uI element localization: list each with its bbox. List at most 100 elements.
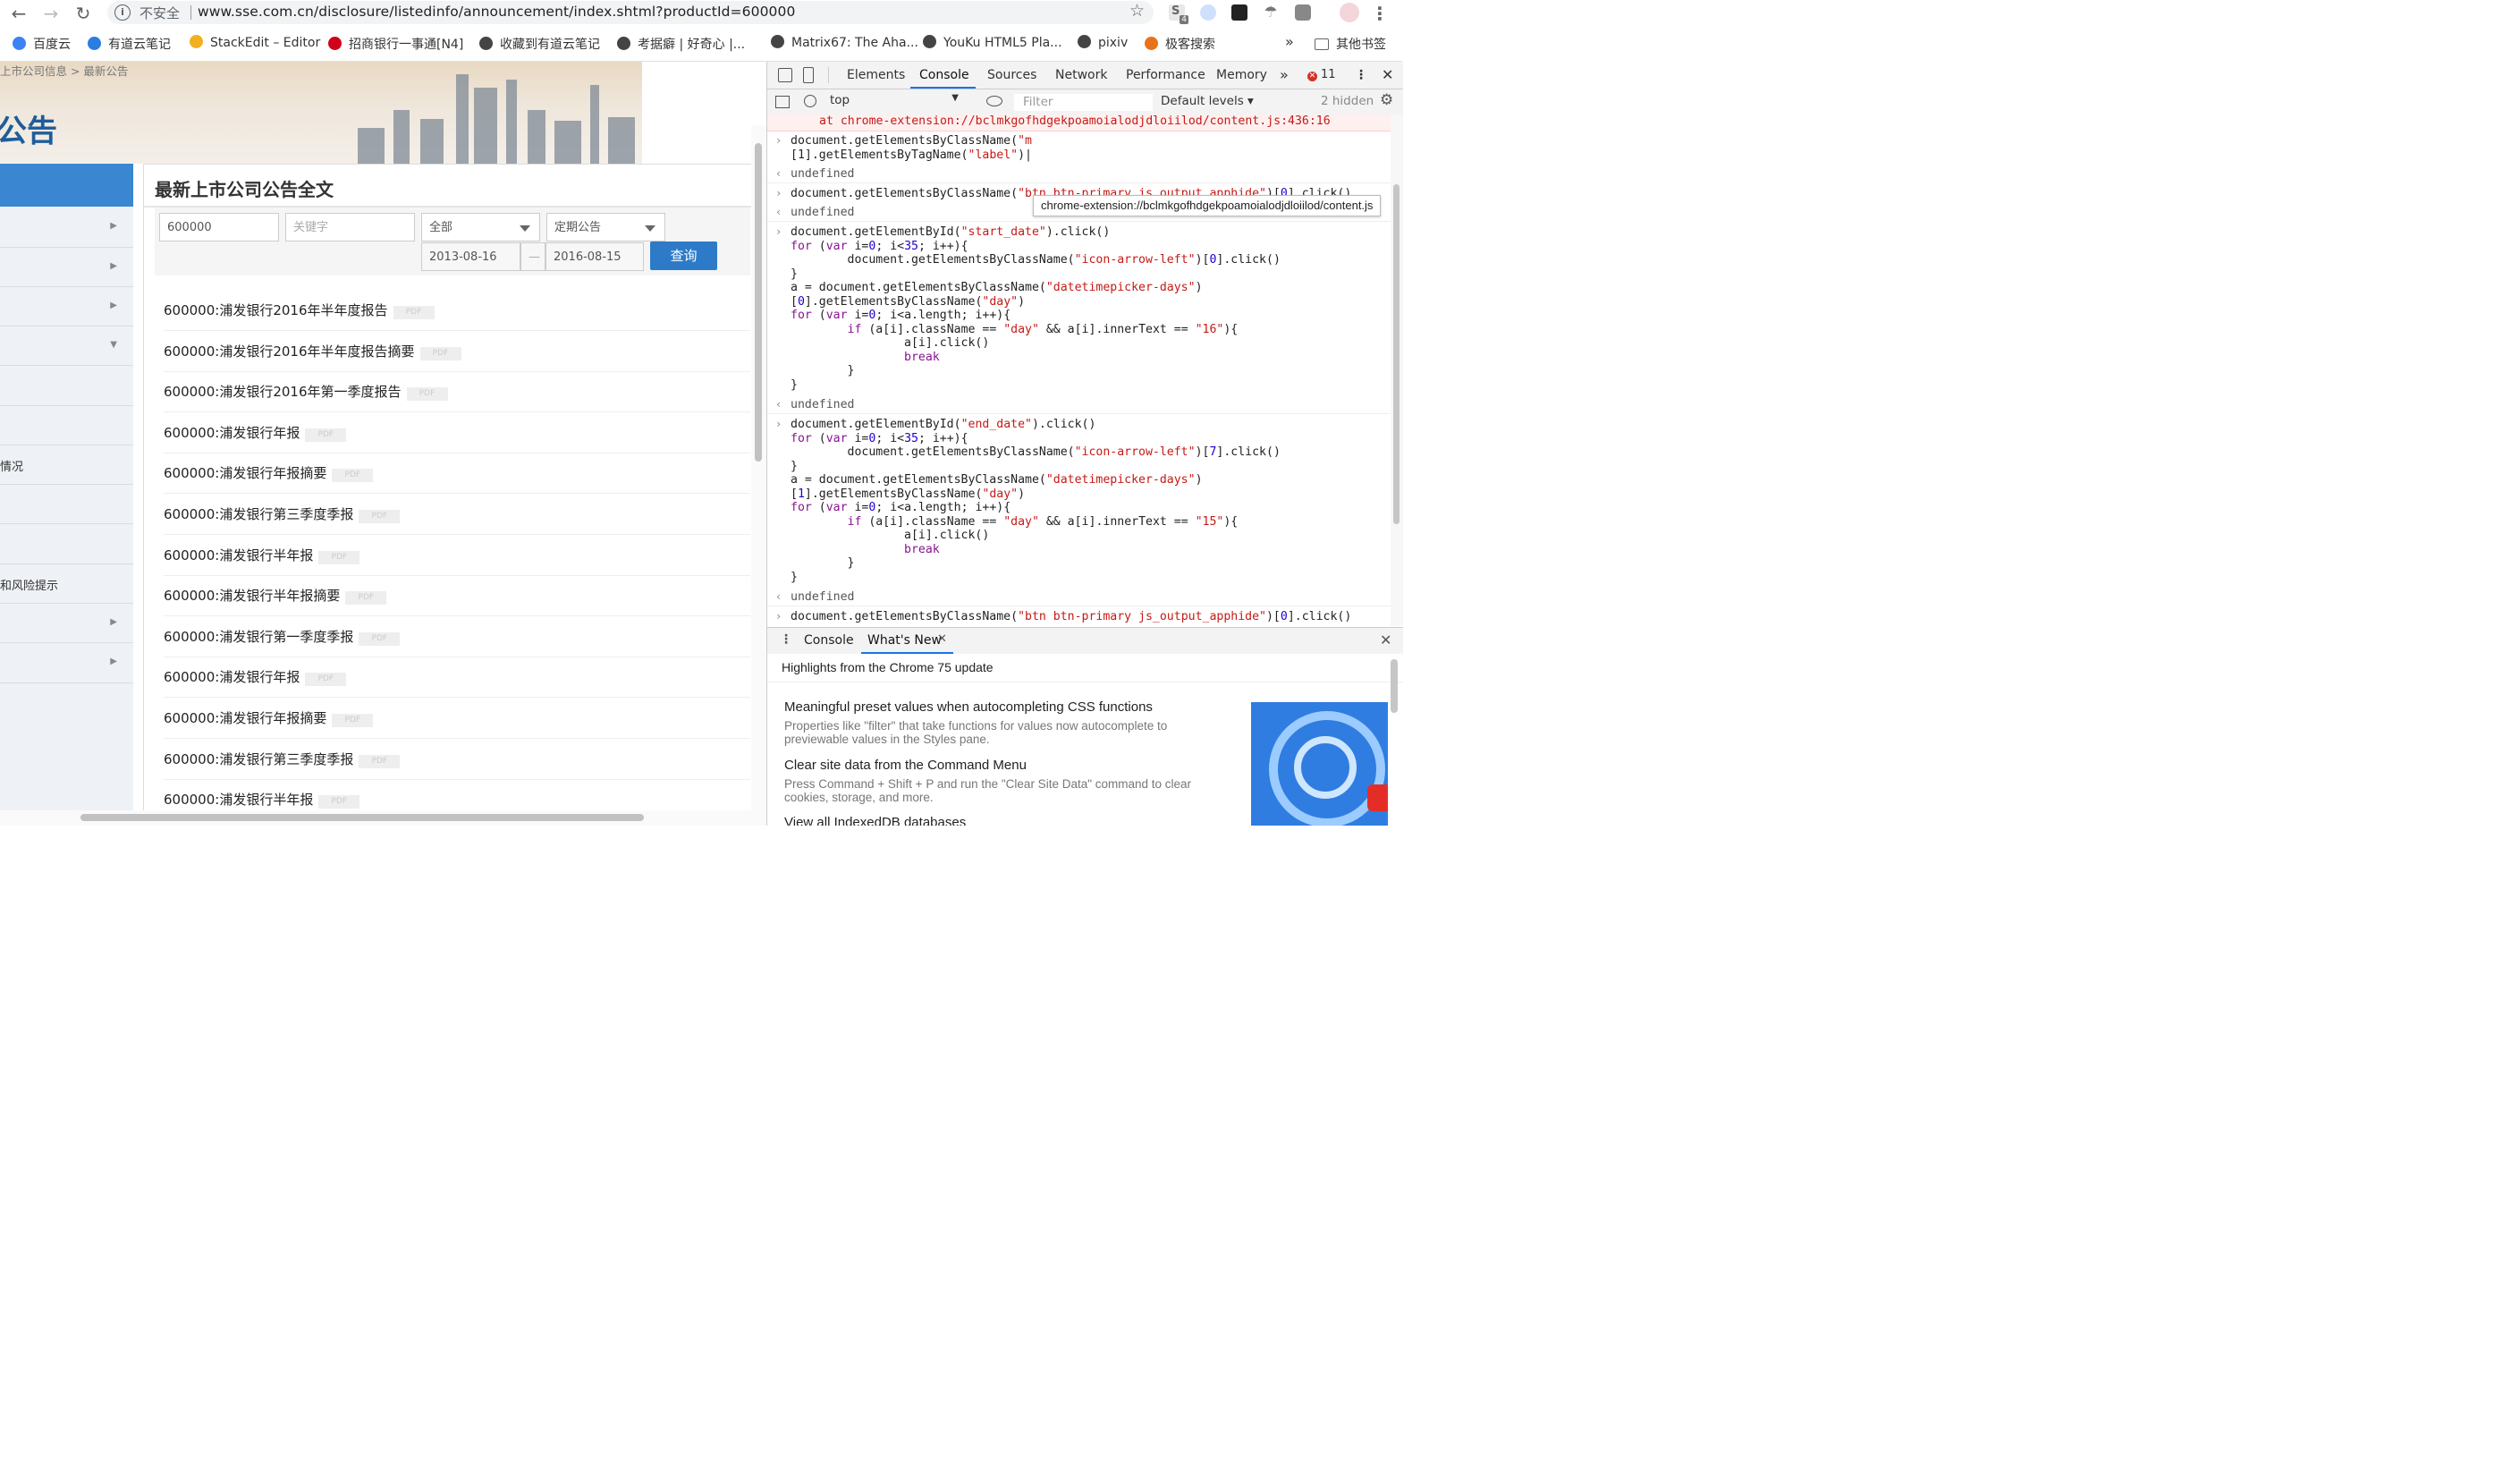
camera-icon[interactable] <box>1295 4 1311 21</box>
pdf-icon[interactable]: PDF <box>332 469 374 483</box>
bookmark-item[interactable]: 考据癖 | 好奇心 |... <box>617 35 745 53</box>
drawer-tab-console[interactable]: Console <box>804 633 854 648</box>
other-bookmarks[interactable]: 其他书签 <box>1315 35 1386 53</box>
extension-bird-icon[interactable] <box>1200 4 1216 21</box>
category-select[interactable]: 定期公告 <box>546 213 665 242</box>
clear-console-icon[interactable] <box>804 95 816 107</box>
error-counter[interactable]: ✕ 11 <box>1307 68 1336 81</box>
extension-s-icon[interactable]: S 4 <box>1169 4 1188 24</box>
error-stack-text[interactable]: at chrome-extension://bclmkgofhdgekpoamo… <box>819 114 1331 128</box>
info-icon[interactable]: i <box>114 4 131 21</box>
inspect-icon[interactable] <box>778 68 792 82</box>
announcement-link[interactable]: 600000:浦发银行2016年第一季度报告 PDF <box>164 382 448 402</box>
stock-code-input[interactable]: 600000 <box>159 213 279 242</box>
tab-elements[interactable]: Elements <box>847 68 905 82</box>
announcement-link[interactable]: 600000:浦发银行年报摘要 PDF <box>164 463 374 483</box>
bookmark-item[interactable]: 收藏到有道云笔记 <box>479 35 600 53</box>
sidenav-item[interactable] <box>0 405 133 445</box>
announcement-link[interactable]: 600000:浦发银行半年报 PDF <box>164 790 360 809</box>
sidenav-item[interactable] <box>0 365 133 406</box>
more-tabs-icon[interactable]: » <box>1280 66 1289 83</box>
tab-performance[interactable]: Performance <box>1126 68 1205 82</box>
bookmark-item[interactable]: YouKu HTML5 Pla... <box>923 35 1062 50</box>
announcement-link[interactable]: 600000:浦发银行2016年半年度报告摘要 PDF <box>164 342 461 360</box>
whats-new-item-title[interactable]: Clear site data from the Command Menu <box>784 758 1027 773</box>
sidenav-item[interactable]: ▶ <box>0 603 133 643</box>
announcement-link[interactable]: 600000:浦发银行半年报 PDF <box>164 546 360 564</box>
tab-memory[interactable]: Memory <box>1216 68 1267 82</box>
tab-console[interactable]: Console <box>919 68 969 82</box>
pdf-icon[interactable]: PDF <box>393 306 435 319</box>
close-devtools-icon[interactable]: ✕ <box>1382 66 1393 83</box>
whats-new-item-title[interactable]: View all IndexedDB databases <box>784 815 966 826</box>
start-date-input[interactable]: 2013-08-16 <box>421 242 520 271</box>
sidenav-item[interactable]: ▶ <box>0 247 133 287</box>
bookmark-item[interactable]: StackEdit – Editor <box>190 35 320 50</box>
log-levels-select[interactable]: Default levels ▾ <box>1161 94 1254 108</box>
live-expression-icon[interactable] <box>986 96 1002 106</box>
pdf-icon[interactable]: PDF <box>359 754 401 768</box>
bookmarks-more-icon[interactable]: » <box>1285 33 1294 50</box>
sidenav-item[interactable] <box>0 484 133 524</box>
sidenav-item[interactable]: ▶ <box>0 642 133 683</box>
bookmark-item[interactable]: pixiv <box>1078 35 1128 50</box>
pdf-icon[interactable]: PDF <box>318 795 360 809</box>
bookmark-item[interactable]: 有道云笔记 <box>88 35 171 53</box>
tab-network[interactable]: Network <box>1055 68 1107 82</box>
drawer-menu-icon[interactable]: ⋮ <box>780 632 792 647</box>
sidebar-toggle-icon[interactable] <box>775 96 790 108</box>
extension-parachute-icon[interactable]: ☂ <box>1263 4 1279 21</box>
whats-new-item-title[interactable]: Meaningful preset values when autocomple… <box>784 699 1153 715</box>
breadcrumb[interactable]: 上市公司信息 > 最新公告 <box>0 62 128 79</box>
drawer-tab-whats-new[interactable]: What's New <box>867 633 942 648</box>
url-text[interactable]: www.sse.com.cn/disclosure/listedinfo/ann… <box>198 4 795 20</box>
console-settings-icon[interactable]: ⚙ <box>1380 91 1393 109</box>
page-scrollbar-horizontal[interactable] <box>0 810 751 826</box>
announcement-link[interactable]: 600000:浦发银行2016年半年度报告 PDF <box>164 301 435 319</box>
announcement-link[interactable]: 600000:浦发银行第一季度季报 PDF <box>164 627 401 646</box>
end-date-input[interactable]: 2016-08-15 <box>545 242 644 271</box>
pdf-icon[interactable]: PDF <box>332 714 374 727</box>
bookmark-item[interactable]: Matrix67: The Aha... <box>771 35 918 50</box>
tab-sources[interactable]: Sources <box>987 68 1036 82</box>
scroll-thumb[interactable] <box>1393 184 1400 524</box>
reload-icon[interactable]: ↻ <box>72 2 95 25</box>
bookmark-item[interactable]: 百度云 <box>13 35 71 53</box>
bookmark-star-icon[interactable]: ☆ <box>1129 1 1145 21</box>
forward-icon[interactable]: → <box>39 2 63 25</box>
announcement-link[interactable]: 600000:浦发银行年报摘要 PDF <box>164 708 374 727</box>
bookmark-item[interactable]: 招商银行一事通[N4] <box>328 35 463 53</box>
address-bar[interactable]: i 不安全 www.sse.com.cn/disclosure/listedin… <box>107 1 1154 24</box>
announcement-link[interactable]: 600000:浦发银行年报 PDF <box>164 423 347 442</box>
sidenav-item[interactable]: 和风险提示 <box>0 564 133 604</box>
extension-dark-icon[interactable] <box>1231 4 1247 21</box>
scroll-thumb[interactable] <box>1391 659 1398 713</box>
sidenav-item[interactable] <box>0 523 133 564</box>
keyword-input[interactable]: 关键字 <box>285 213 415 242</box>
close-tab-icon[interactable]: ✕ <box>937 632 947 646</box>
pdf-icon[interactable]: PDF <box>419 346 461 360</box>
sidenav-active-item[interactable] <box>0 164 133 207</box>
sidenav-item[interactable]: 情况 <box>0 445 133 485</box>
scroll-thumb[interactable] <box>755 143 762 462</box>
console-scrollbar[interactable] <box>1391 114 1403 626</box>
pdf-icon[interactable]: PDF <box>305 673 347 687</box>
query-button[interactable]: 查询 <box>650 242 717 270</box>
close-drawer-icon[interactable]: ✕ <box>1380 631 1391 648</box>
pdf-icon[interactable]: PDF <box>318 550 360 564</box>
pdf-icon[interactable]: PDF <box>359 510 401 523</box>
avatar[interactable] <box>1340 3 1359 22</box>
page-scrollbar-vertical[interactable] <box>751 125 766 826</box>
context-select[interactable]: top ▼ <box>830 93 964 110</box>
pdf-icon[interactable]: PDF <box>406 387 448 402</box>
sidenav-item[interactable]: ▼ <box>0 326 133 366</box>
back-icon[interactable]: ← <box>7 2 30 25</box>
sidenav-item[interactable]: ▶ <box>0 286 133 326</box>
pdf-icon[interactable]: PDF <box>359 631 401 646</box>
pdf-icon[interactable]: PDF <box>345 591 387 606</box>
menu-kebab-icon[interactable]: ⋮ <box>1368 2 1391 25</box>
console-filter-input[interactable]: Filter <box>1014 94 1153 111</box>
announcement-link[interactable]: 600000:浦发银行年报 PDF <box>164 667 347 687</box>
announcement-link[interactable]: 600000:浦发银行第三季度季报 PDF <box>164 504 401 523</box>
bookmark-item[interactable]: 极客搜索 <box>1145 35 1215 53</box>
